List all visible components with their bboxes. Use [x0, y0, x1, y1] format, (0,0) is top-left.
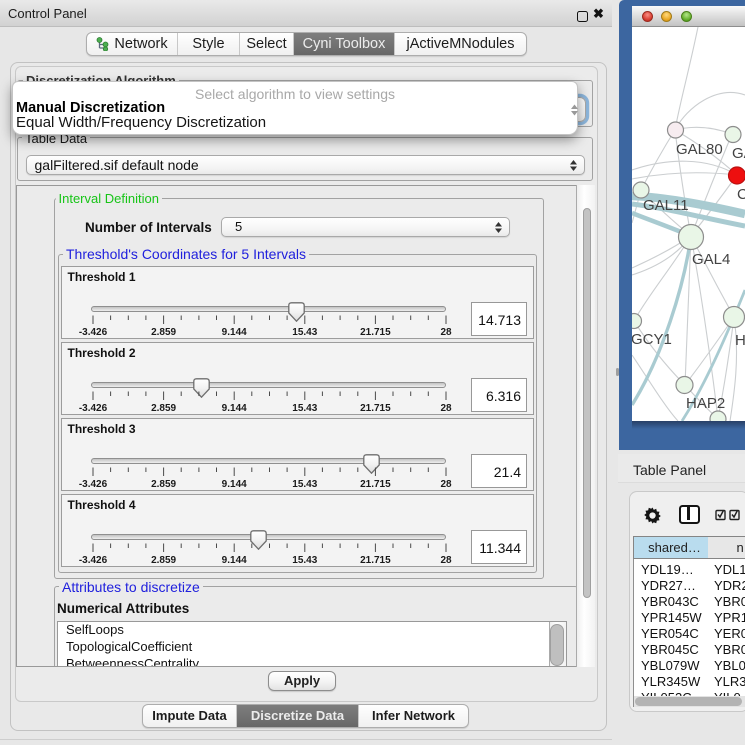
svg-text:15.43: 15.43	[292, 479, 317, 490]
svg-text:28: 28	[440, 555, 452, 566]
svg-text:-3.426: -3.426	[78, 327, 107, 338]
svg-text:2.859: 2.859	[151, 555, 176, 566]
svg-text:21.715: 21.715	[360, 479, 391, 490]
svg-text:2.859: 2.859	[151, 479, 176, 490]
svg-text:GAL80: GAL80	[676, 141, 723, 158]
svg-text:2.859: 2.859	[151, 327, 176, 338]
svg-text:GA.: GA.	[732, 145, 745, 162]
svg-text:-3.426: -3.426	[78, 479, 107, 490]
svg-text:28: 28	[440, 403, 452, 414]
svg-text:C: C	[737, 186, 745, 203]
svg-text:GAL11: GAL11	[643, 197, 689, 214]
svg-text:21.715: 21.715	[360, 403, 391, 414]
svg-text:GCY1: GCY1	[632, 331, 672, 348]
svg-text:9.144: 9.144	[221, 327, 246, 338]
svg-text:HAP2: HAP2	[686, 395, 725, 412]
svg-text:21.715: 21.715	[360, 555, 391, 566]
svg-text:9.144: 9.144	[221, 403, 246, 414]
svg-text:28: 28	[440, 327, 452, 338]
svg-text:2.859: 2.859	[151, 403, 176, 414]
svg-text:28: 28	[440, 479, 452, 490]
svg-text:-3.426: -3.426	[78, 555, 107, 566]
svg-text:9.144: 9.144	[221, 555, 246, 566]
svg-text:15.43: 15.43	[292, 327, 317, 338]
svg-text:H: H	[735, 332, 745, 349]
svg-text:9.144: 9.144	[221, 479, 246, 490]
svg-text:-3.426: -3.426	[78, 403, 107, 414]
svg-text:15.43: 15.43	[292, 555, 317, 566]
svg-text:15.43: 15.43	[292, 403, 317, 414]
svg-text:GAL4: GAL4	[692, 251, 730, 268]
svg-text:21.715: 21.715	[360, 327, 391, 338]
